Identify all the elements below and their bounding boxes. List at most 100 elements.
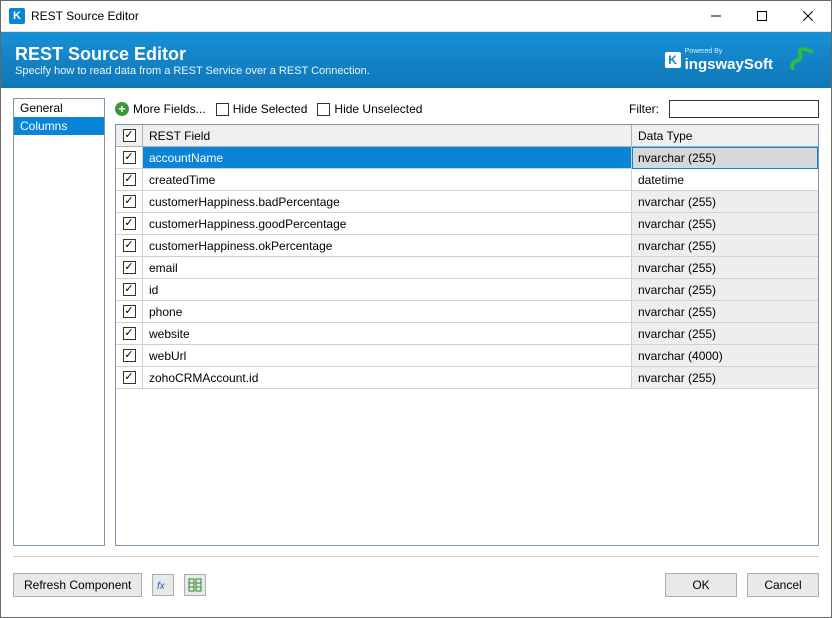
hide-unselected-checkbox[interactable]: Hide Unselected: [317, 102, 422, 116]
row-checkbox-cell[interactable]: [116, 345, 143, 367]
table-row[interactable]: emailnvarchar (255): [116, 257, 818, 279]
table-row[interactable]: customerHappiness.okPercentagenvarchar (…: [116, 235, 818, 257]
banner-description: Specify how to read data from a REST Ser…: [15, 65, 370, 77]
sidebar-item-general[interactable]: General: [14, 99, 104, 117]
titlebar: REST Source Editor: [1, 1, 831, 32]
row-checkbox-cell[interactable]: [116, 169, 143, 191]
maximize-icon: [757, 11, 767, 21]
checkbox-icon: [123, 217, 136, 230]
brand-name: ingswaySoft: [685, 56, 773, 73]
banner: REST Source Editor Specify how to read d…: [1, 32, 831, 88]
row-field-cell[interactable]: customerHappiness.goodPercentage: [143, 213, 632, 235]
row-type-cell[interactable]: nvarchar (255): [632, 191, 818, 213]
row-type-cell[interactable]: nvarchar (255): [632, 367, 818, 389]
row-field-cell[interactable]: email: [143, 257, 632, 279]
table-row[interactable]: phonenvarchar (255): [116, 301, 818, 323]
connector-icon: [787, 44, 817, 77]
checkbox-icon: [123, 239, 136, 252]
checkbox-icon: [123, 371, 136, 384]
row-type-cell[interactable]: nvarchar (255): [632, 257, 818, 279]
table-row[interactable]: webUrlnvarchar (4000): [116, 345, 818, 367]
header-type[interactable]: Data Type: [632, 125, 818, 147]
row-checkbox-cell[interactable]: [116, 213, 143, 235]
row-checkbox-cell[interactable]: [116, 147, 143, 169]
hide-unselected-label: Hide Unselected: [334, 102, 422, 116]
expression-button[interactable]: fx: [152, 574, 174, 596]
checkbox-icon: [123, 173, 136, 186]
minimize-button[interactable]: [693, 1, 739, 31]
row-checkbox-cell[interactable]: [116, 191, 143, 213]
grid-doc-icon: [188, 578, 202, 592]
row-checkbox-cell[interactable]: [116, 323, 143, 345]
checkbox-icon: [123, 151, 136, 164]
row-type-cell[interactable]: datetime: [632, 169, 818, 191]
table-row[interactable]: websitenvarchar (255): [116, 323, 818, 345]
sidebar-item-columns[interactable]: Columns: [14, 117, 104, 135]
row-field-cell[interactable]: id: [143, 279, 632, 301]
grid-header: REST Field Data Type: [116, 125, 818, 147]
row-field-cell[interactable]: website: [143, 323, 632, 345]
sidebar: GeneralColumns: [13, 98, 105, 546]
row-field-cell[interactable]: createdTime: [143, 169, 632, 191]
row-field-cell[interactable]: phone: [143, 301, 632, 323]
row-field-cell[interactable]: customerHappiness.okPercentage: [143, 235, 632, 257]
documentation-button[interactable]: [184, 574, 206, 596]
row-field-cell[interactable]: accountName: [143, 147, 632, 169]
row-checkbox-cell[interactable]: [116, 257, 143, 279]
toolbar: + More Fields... Hide Selected Hide Unse…: [115, 98, 819, 120]
more-fields-button[interactable]: + More Fields...: [115, 102, 206, 116]
row-type-cell[interactable]: nvarchar (255): [632, 147, 818, 169]
banner-title: REST Source Editor: [15, 43, 370, 65]
checkbox-icon: [123, 349, 136, 362]
table-row[interactable]: idnvarchar (255): [116, 279, 818, 301]
window-title: REST Source Editor: [31, 9, 139, 23]
cancel-label: Cancel: [764, 578, 801, 592]
row-field-cell[interactable]: webUrl: [143, 345, 632, 367]
close-button[interactable]: [785, 1, 831, 31]
header-field[interactable]: REST Field: [143, 125, 632, 147]
brand-logo: K Powered By ingswaySoft: [665, 48, 773, 73]
row-checkbox-cell[interactable]: [116, 279, 143, 301]
refresh-button[interactable]: Refresh Component: [13, 573, 142, 597]
main: + More Fields... Hide Selected Hide Unse…: [115, 98, 819, 546]
row-type-cell[interactable]: nvarchar (255): [632, 279, 818, 301]
window: REST Source Editor REST Source Editor Sp…: [0, 0, 832, 618]
table-row[interactable]: customerHappiness.badPercentagenvarchar …: [116, 191, 818, 213]
maximize-button[interactable]: [739, 1, 785, 31]
checkbox-icon: [317, 103, 330, 116]
app-icon: [9, 8, 25, 24]
row-type-cell[interactable]: nvarchar (255): [632, 301, 818, 323]
row-field-cell[interactable]: customerHappiness.badPercentage: [143, 191, 632, 213]
row-type-cell[interactable]: nvarchar (255): [632, 323, 818, 345]
checkbox-icon: [216, 103, 229, 116]
row-checkbox-cell[interactable]: [116, 367, 143, 389]
grid-body[interactable]: accountNamenvarchar (255)createdTimedate…: [116, 147, 818, 545]
ok-button[interactable]: OK: [665, 573, 737, 597]
checkbox-icon: [123, 261, 136, 274]
footer: Refresh Component fx OK Cancel: [13, 556, 819, 605]
checkbox-icon: [123, 283, 136, 296]
row-type-cell[interactable]: nvarchar (255): [632, 235, 818, 257]
hide-selected-checkbox[interactable]: Hide Selected: [216, 102, 308, 116]
row-checkbox-cell[interactable]: [116, 301, 143, 323]
row-type-cell[interactable]: nvarchar (4000): [632, 345, 818, 367]
header-checkbox-cell[interactable]: [116, 125, 143, 147]
brand-k-icon: K: [665, 52, 681, 68]
row-field-cell[interactable]: zohoCRMAccount.id: [143, 367, 632, 389]
cancel-button[interactable]: Cancel: [747, 573, 819, 597]
brand-powered-by: Powered By: [685, 48, 773, 56]
fx-icon: fx: [156, 578, 170, 592]
table-row[interactable]: customerHappiness.goodPercentagenvarchar…: [116, 213, 818, 235]
checkbox-icon: [123, 327, 136, 340]
filter-input[interactable]: [669, 100, 819, 118]
filter-label: Filter:: [629, 102, 659, 116]
minimize-icon: [711, 11, 721, 21]
table-row[interactable]: accountNamenvarchar (255): [116, 147, 818, 169]
more-fields-label: More Fields...: [133, 102, 206, 116]
table-row[interactable]: zohoCRMAccount.idnvarchar (255): [116, 367, 818, 389]
table-row[interactable]: createdTimedatetime: [116, 169, 818, 191]
checkbox-icon: [123, 195, 136, 208]
row-type-cell[interactable]: nvarchar (255): [632, 213, 818, 235]
body: GeneralColumns + More Fields... Hide Sel…: [1, 88, 831, 546]
row-checkbox-cell[interactable]: [116, 235, 143, 257]
